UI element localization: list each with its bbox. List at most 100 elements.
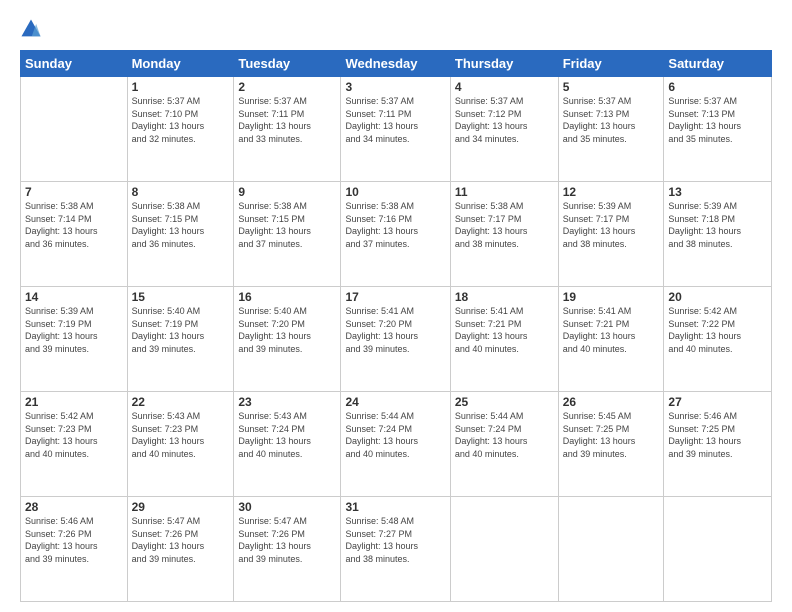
calendar-cell: 19Sunrise: 5:41 AM Sunset: 7:21 PM Dayli…: [558, 287, 664, 392]
calendar-cell: [558, 497, 664, 602]
logo: [20, 18, 46, 40]
day-number: 9: [238, 185, 336, 199]
day-number: 18: [455, 290, 554, 304]
day-number: 23: [238, 395, 336, 409]
day-info: Sunrise: 5:46 AM Sunset: 7:26 PM Dayligh…: [25, 515, 123, 565]
day-number: 14: [25, 290, 123, 304]
calendar-cell: 23Sunrise: 5:43 AM Sunset: 7:24 PM Dayli…: [234, 392, 341, 497]
day-info: Sunrise: 5:44 AM Sunset: 7:24 PM Dayligh…: [455, 410, 554, 460]
day-header-monday: Monday: [127, 51, 234, 77]
calendar-cell: 16Sunrise: 5:40 AM Sunset: 7:20 PM Dayli…: [234, 287, 341, 392]
week-row-4: 21Sunrise: 5:42 AM Sunset: 7:23 PM Dayli…: [21, 392, 772, 497]
calendar: SundayMondayTuesdayWednesdayThursdayFrid…: [20, 50, 772, 602]
day-number: 26: [563, 395, 660, 409]
day-info: Sunrise: 5:41 AM Sunset: 7:21 PM Dayligh…: [455, 305, 554, 355]
day-number: 12: [563, 185, 660, 199]
calendar-cell: 13Sunrise: 5:39 AM Sunset: 7:18 PM Dayli…: [664, 182, 772, 287]
calendar-cell: 22Sunrise: 5:43 AM Sunset: 7:23 PM Dayli…: [127, 392, 234, 497]
day-header-saturday: Saturday: [664, 51, 772, 77]
day-number: 21: [25, 395, 123, 409]
day-number: 25: [455, 395, 554, 409]
calendar-cell: 17Sunrise: 5:41 AM Sunset: 7:20 PM Dayli…: [341, 287, 450, 392]
day-info: Sunrise: 5:47 AM Sunset: 7:26 PM Dayligh…: [238, 515, 336, 565]
day-number: 4: [455, 80, 554, 94]
day-number: 19: [563, 290, 660, 304]
calendar-cell: 6Sunrise: 5:37 AM Sunset: 7:13 PM Daylig…: [664, 77, 772, 182]
day-number: 3: [345, 80, 445, 94]
calendar-cell: [450, 497, 558, 602]
day-header-tuesday: Tuesday: [234, 51, 341, 77]
day-info: Sunrise: 5:38 AM Sunset: 7:14 PM Dayligh…: [25, 200, 123, 250]
day-header-thursday: Thursday: [450, 51, 558, 77]
day-number: 5: [563, 80, 660, 94]
day-info: Sunrise: 5:48 AM Sunset: 7:27 PM Dayligh…: [345, 515, 445, 565]
day-number: 29: [132, 500, 230, 514]
logo-icon: [20, 18, 42, 40]
week-row-2: 7Sunrise: 5:38 AM Sunset: 7:14 PM Daylig…: [21, 182, 772, 287]
day-info: Sunrise: 5:42 AM Sunset: 7:23 PM Dayligh…: [25, 410, 123, 460]
calendar-cell: 5Sunrise: 5:37 AM Sunset: 7:13 PM Daylig…: [558, 77, 664, 182]
calendar-cell: [21, 77, 128, 182]
day-number: 2: [238, 80, 336, 94]
day-header-friday: Friday: [558, 51, 664, 77]
day-info: Sunrise: 5:42 AM Sunset: 7:22 PM Dayligh…: [668, 305, 767, 355]
day-number: 10: [345, 185, 445, 199]
calendar-cell: 30Sunrise: 5:47 AM Sunset: 7:26 PM Dayli…: [234, 497, 341, 602]
day-info: Sunrise: 5:38 AM Sunset: 7:17 PM Dayligh…: [455, 200, 554, 250]
calendar-cell: 31Sunrise: 5:48 AM Sunset: 7:27 PM Dayli…: [341, 497, 450, 602]
day-info: Sunrise: 5:37 AM Sunset: 7:13 PM Dayligh…: [668, 95, 767, 145]
day-info: Sunrise: 5:37 AM Sunset: 7:13 PM Dayligh…: [563, 95, 660, 145]
day-number: 28: [25, 500, 123, 514]
day-info: Sunrise: 5:41 AM Sunset: 7:21 PM Dayligh…: [563, 305, 660, 355]
day-info: Sunrise: 5:40 AM Sunset: 7:19 PM Dayligh…: [132, 305, 230, 355]
day-info: Sunrise: 5:47 AM Sunset: 7:26 PM Dayligh…: [132, 515, 230, 565]
day-number: 20: [668, 290, 767, 304]
calendar-cell: 27Sunrise: 5:46 AM Sunset: 7:25 PM Dayli…: [664, 392, 772, 497]
day-info: Sunrise: 5:39 AM Sunset: 7:19 PM Dayligh…: [25, 305, 123, 355]
day-number: 6: [668, 80, 767, 94]
day-number: 8: [132, 185, 230, 199]
day-info: Sunrise: 5:39 AM Sunset: 7:18 PM Dayligh…: [668, 200, 767, 250]
day-header-wednesday: Wednesday: [341, 51, 450, 77]
day-info: Sunrise: 5:44 AM Sunset: 7:24 PM Dayligh…: [345, 410, 445, 460]
day-number: 7: [25, 185, 123, 199]
day-number: 22: [132, 395, 230, 409]
calendar-cell: 2Sunrise: 5:37 AM Sunset: 7:11 PM Daylig…: [234, 77, 341, 182]
calendar-cell: 8Sunrise: 5:38 AM Sunset: 7:15 PM Daylig…: [127, 182, 234, 287]
calendar-cell: 7Sunrise: 5:38 AM Sunset: 7:14 PM Daylig…: [21, 182, 128, 287]
header: [20, 18, 772, 40]
day-number: 27: [668, 395, 767, 409]
calendar-cell: 28Sunrise: 5:46 AM Sunset: 7:26 PM Dayli…: [21, 497, 128, 602]
calendar-cell: 24Sunrise: 5:44 AM Sunset: 7:24 PM Dayli…: [341, 392, 450, 497]
week-row-3: 14Sunrise: 5:39 AM Sunset: 7:19 PM Dayli…: [21, 287, 772, 392]
day-number: 30: [238, 500, 336, 514]
day-info: Sunrise: 5:37 AM Sunset: 7:10 PM Dayligh…: [132, 95, 230, 145]
calendar-cell: 4Sunrise: 5:37 AM Sunset: 7:12 PM Daylig…: [450, 77, 558, 182]
day-number: 1: [132, 80, 230, 94]
calendar-cell: 15Sunrise: 5:40 AM Sunset: 7:19 PM Dayli…: [127, 287, 234, 392]
day-info: Sunrise: 5:39 AM Sunset: 7:17 PM Dayligh…: [563, 200, 660, 250]
day-info: Sunrise: 5:45 AM Sunset: 7:25 PM Dayligh…: [563, 410, 660, 460]
calendar-cell: 26Sunrise: 5:45 AM Sunset: 7:25 PM Dayli…: [558, 392, 664, 497]
day-info: Sunrise: 5:46 AM Sunset: 7:25 PM Dayligh…: [668, 410, 767, 460]
day-info: Sunrise: 5:38 AM Sunset: 7:15 PM Dayligh…: [132, 200, 230, 250]
day-info: Sunrise: 5:40 AM Sunset: 7:20 PM Dayligh…: [238, 305, 336, 355]
day-number: 13: [668, 185, 767, 199]
day-info: Sunrise: 5:41 AM Sunset: 7:20 PM Dayligh…: [345, 305, 445, 355]
calendar-header: SundayMondayTuesdayWednesdayThursdayFrid…: [21, 51, 772, 77]
calendar-cell: 14Sunrise: 5:39 AM Sunset: 7:19 PM Dayli…: [21, 287, 128, 392]
calendar-cell: 18Sunrise: 5:41 AM Sunset: 7:21 PM Dayli…: [450, 287, 558, 392]
week-row-1: 1Sunrise: 5:37 AM Sunset: 7:10 PM Daylig…: [21, 77, 772, 182]
calendar-cell: 21Sunrise: 5:42 AM Sunset: 7:23 PM Dayli…: [21, 392, 128, 497]
calendar-cell: 9Sunrise: 5:38 AM Sunset: 7:15 PM Daylig…: [234, 182, 341, 287]
calendar-cell: [664, 497, 772, 602]
day-info: Sunrise: 5:38 AM Sunset: 7:15 PM Dayligh…: [238, 200, 336, 250]
calendar-cell: 25Sunrise: 5:44 AM Sunset: 7:24 PM Dayli…: [450, 392, 558, 497]
day-number: 15: [132, 290, 230, 304]
calendar-cell: 12Sunrise: 5:39 AM Sunset: 7:17 PM Dayli…: [558, 182, 664, 287]
day-info: Sunrise: 5:38 AM Sunset: 7:16 PM Dayligh…: [345, 200, 445, 250]
calendar-cell: 29Sunrise: 5:47 AM Sunset: 7:26 PM Dayli…: [127, 497, 234, 602]
calendar-body: 1Sunrise: 5:37 AM Sunset: 7:10 PM Daylig…: [21, 77, 772, 602]
day-number: 17: [345, 290, 445, 304]
day-info: Sunrise: 5:37 AM Sunset: 7:12 PM Dayligh…: [455, 95, 554, 145]
